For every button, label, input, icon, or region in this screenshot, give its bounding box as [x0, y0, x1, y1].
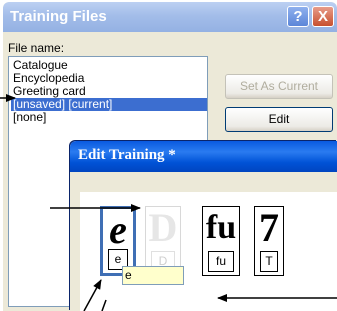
glyph-panel: e e D D fu fu 7 T [80, 192, 337, 311]
glyph-cell-t[interactable]: 7 T [254, 206, 284, 276]
file-name-label: File name: [8, 41, 65, 55]
glyph-cell-fu[interactable]: fu fu [202, 206, 240, 276]
window-title: Training Files [10, 8, 107, 25]
question-icon: ? [293, 8, 303, 25]
window-title: Edit Training * [78, 147, 176, 163]
glyph-label: T [260, 251, 278, 272]
glyph-label: fu [208, 251, 234, 272]
glyph-image: D [148, 205, 178, 250]
edit-training-titlebar[interactable]: Edit Training * [70, 141, 337, 172]
glyph-image: fu [205, 209, 237, 246]
edit-training-window: Edit Training * e e D D fu fu 7 T e [70, 141, 337, 311]
label-input[interactable]: e [122, 266, 184, 285]
help-button[interactable]: ? [287, 6, 309, 27]
list-item[interactable]: [none] [11, 111, 48, 124]
set-as-current-button[interactable]: Set As Current [225, 74, 333, 99]
close-button[interactable]: X [312, 6, 334, 27]
glyph-image: e [109, 207, 127, 252]
glyph-image: 7 [259, 205, 279, 250]
edit-button[interactable]: Edit [225, 107, 333, 132]
training-files-titlebar[interactable]: Training Files ? X [3, 2, 337, 32]
close-icon: X [317, 8, 328, 25]
